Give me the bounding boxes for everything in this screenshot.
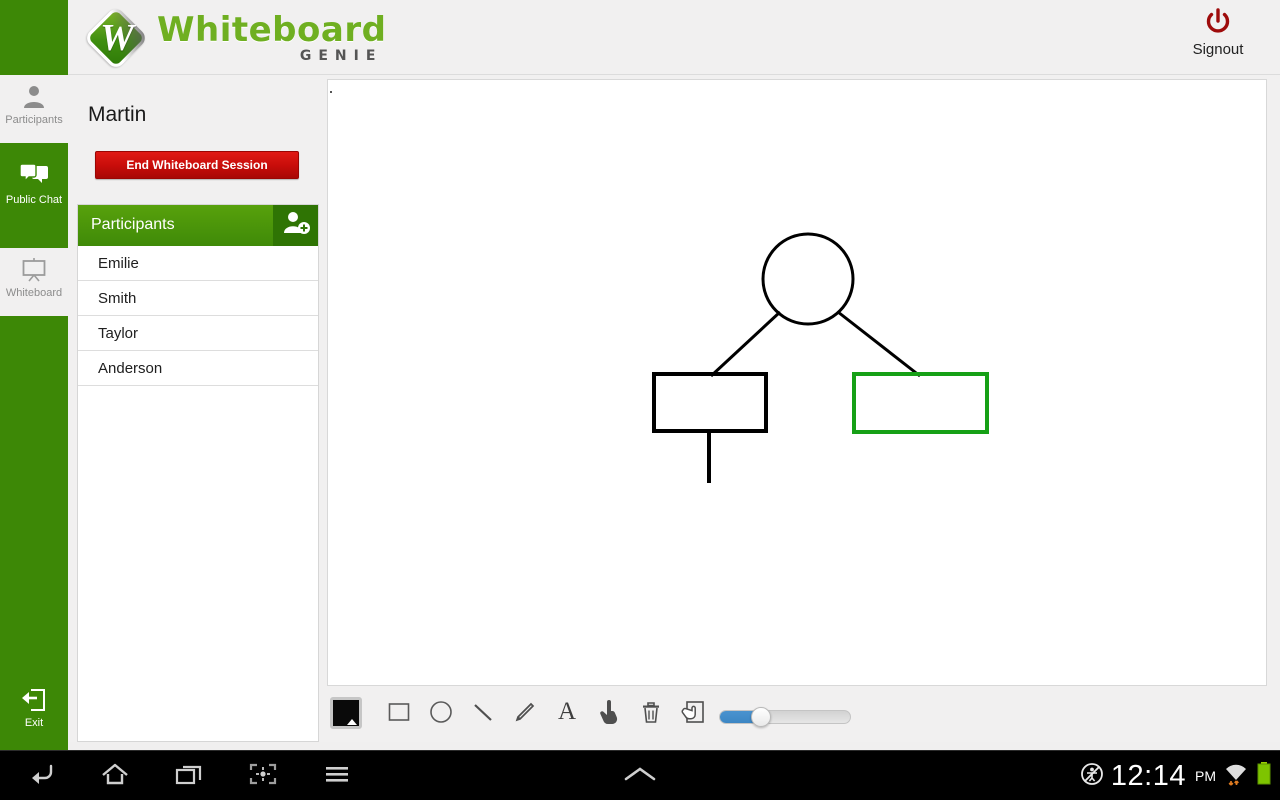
add-participant-button[interactable] xyxy=(273,205,318,246)
logo-diamond-icon: W xyxy=(83,5,149,71)
sidebar-item-exit-label: Exit xyxy=(24,717,44,729)
whiteboard-toolbar: A xyxy=(327,690,1267,742)
shape-rect-green xyxy=(852,372,989,434)
pencil-icon[interactable] xyxy=(505,692,545,732)
canvas-dot-mark xyxy=(330,91,332,93)
home-button[interactable] xyxy=(78,751,152,800)
exit-arrow-icon xyxy=(0,687,68,715)
recent-apps-button[interactable] xyxy=(152,751,226,800)
menu-button[interactable] xyxy=(300,751,374,800)
sidebar-item-exit[interactable]: Exit xyxy=(0,678,68,744)
person-icon xyxy=(0,84,68,112)
left-navigation-rail: Participants Public Chat Whiteboard Exit xyxy=(0,0,68,800)
sidebar-item-participants[interactable]: Participants xyxy=(0,75,68,143)
chat-bubbles-icon xyxy=(0,163,68,192)
shape-rect-black xyxy=(652,372,768,433)
list-item[interactable]: Anderson xyxy=(78,351,318,386)
expand-status-button[interactable] xyxy=(603,751,677,800)
end-whiteboard-session-button[interactable]: End Whiteboard Session xyxy=(95,151,299,179)
line-icon[interactable] xyxy=(463,692,503,732)
screenshot-icon xyxy=(248,761,278,792)
person-add-icon xyxy=(282,211,310,240)
app-header: W Whiteboard GENIE Signout xyxy=(0,0,1280,75)
screenshot-button[interactable] xyxy=(226,751,300,800)
back-arrow-icon xyxy=(26,761,56,792)
home-icon xyxy=(100,761,130,792)
mute-icon xyxy=(1080,762,1104,791)
chevron-up-icon xyxy=(623,764,657,789)
slider-handle[interactable] xyxy=(751,707,772,727)
presentation-board-icon xyxy=(0,257,68,285)
participants-list-panel: Participants Emilie Smith Taylor Anderso… xyxy=(77,204,319,742)
shape-line-right xyxy=(837,310,921,378)
trash-icon[interactable] xyxy=(631,692,671,732)
color-swatch-icon[interactable] xyxy=(330,697,362,729)
stroke-width-slider[interactable] xyxy=(719,707,851,727)
hand-pointer-icon[interactable] xyxy=(589,692,629,732)
sidebar-item-participants-label: Participants xyxy=(5,114,63,126)
participants-list-header: Participants xyxy=(78,205,318,246)
participants-list-title: Participants xyxy=(91,216,175,233)
logo-wordmark: Whiteboard xyxy=(157,10,387,50)
hand-paper-icon[interactable] xyxy=(673,692,713,732)
rectangle-icon[interactable] xyxy=(379,692,419,732)
whiteboard-genie-app: W Whiteboard GENIE Signout Participants … xyxy=(0,0,1280,800)
sidebar-item-whiteboard[interactable]: Whiteboard xyxy=(0,248,68,316)
back-button[interactable] xyxy=(4,751,78,800)
shape-line-left xyxy=(709,310,782,378)
android-navigation-bar: 12:14 PM xyxy=(0,750,1280,800)
whiteboard-drawing xyxy=(652,232,989,483)
list-item[interactable]: Smith xyxy=(78,281,318,316)
whiteboard-panel: A xyxy=(326,75,1280,742)
shape-circle xyxy=(761,232,855,326)
sidebar-item-public-chat-label: Public Chat xyxy=(5,194,63,206)
signout-label: Signout xyxy=(1192,41,1244,58)
sidebar-item-public-chat[interactable]: Public Chat xyxy=(0,155,68,227)
signout-button[interactable]: Signout xyxy=(1170,8,1266,58)
logo-subtitle: GENIE xyxy=(299,48,383,64)
list-item[interactable]: Taylor xyxy=(78,316,318,351)
whiteboard-canvas[interactable] xyxy=(327,79,1267,686)
clock-ampm: PM xyxy=(1195,768,1216,784)
battery-full-icon xyxy=(1256,761,1272,792)
text-a-icon[interactable]: A xyxy=(547,692,587,732)
list-item[interactable]: Emilie xyxy=(78,246,318,281)
status-bar[interactable]: 12:14 PM xyxy=(1080,751,1272,800)
clock-time: 12:14 xyxy=(1110,759,1186,792)
left-panel: Martin End Whiteboard Session Participan… xyxy=(68,75,326,742)
app-logo: W Whiteboard GENIE xyxy=(83,5,387,71)
power-icon xyxy=(1170,8,1266,38)
logo-mark-letter: W xyxy=(100,17,134,59)
hamburger-menu-icon xyxy=(322,761,352,792)
recent-apps-icon xyxy=(174,761,204,792)
circle-icon[interactable] xyxy=(421,692,461,732)
wifi-icon xyxy=(1223,762,1249,791)
sidebar-item-whiteboard-label: Whiteboard xyxy=(5,287,63,299)
current-user-name: Martin xyxy=(88,103,147,126)
